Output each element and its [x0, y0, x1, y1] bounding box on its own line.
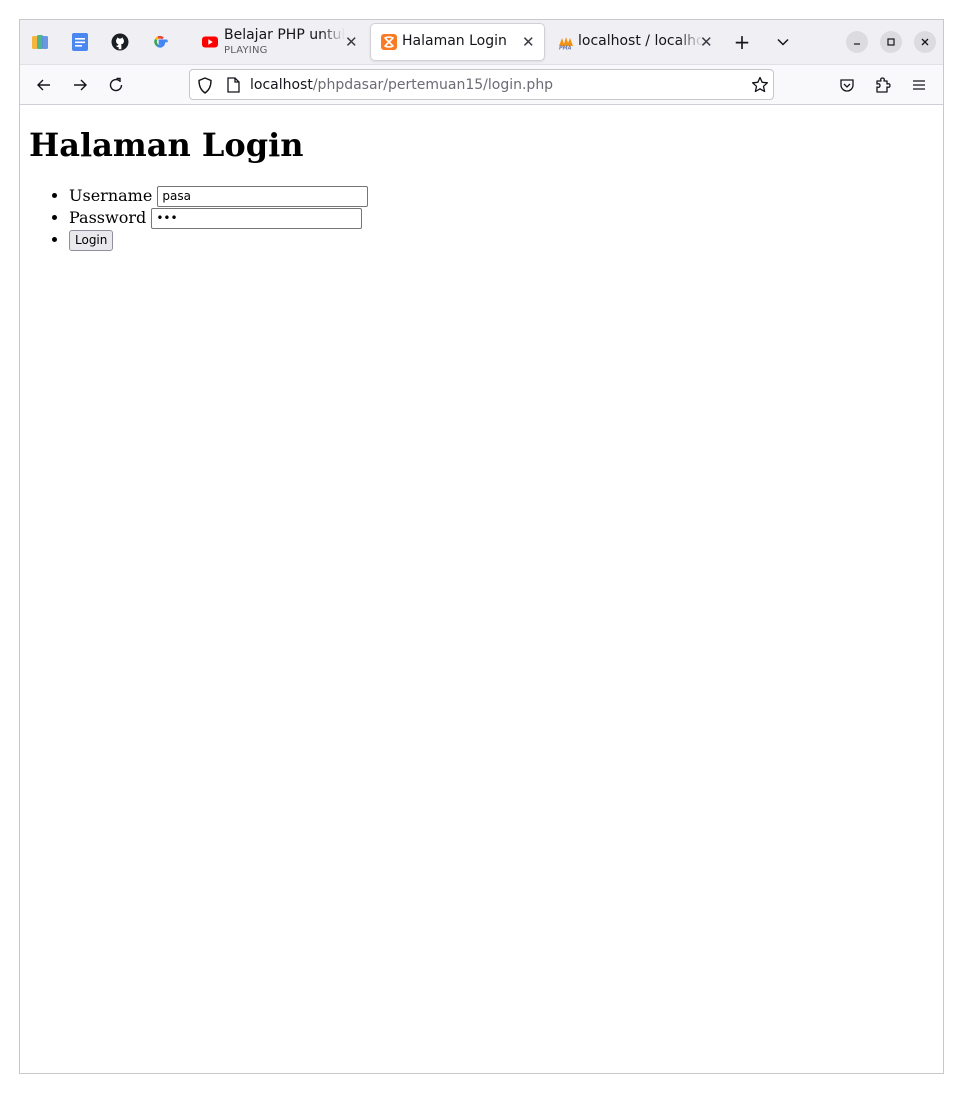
- google-docs-icon: [72, 33, 88, 51]
- pocket-icon: [840, 79, 854, 92]
- list-all-tabs-button[interactable]: [772, 31, 794, 53]
- pocket-button[interactable]: [836, 74, 858, 96]
- forward-button[interactable]: [69, 74, 91, 96]
- list-item-password: Password: [69, 207, 368, 229]
- new-tab-button[interactable]: +: [731, 30, 753, 54]
- back-button[interactable]: [33, 74, 55, 96]
- close-icon: [921, 38, 929, 46]
- phpmyadmin-icon: PMA: [559, 37, 573, 51]
- tab-phpmyadmin[interactable]: PMA localhost / localhost ✕: [548, 24, 719, 60]
- username-label: Username: [69, 186, 153, 205]
- url-host: localhost: [250, 77, 313, 93]
- minimize-button[interactable]: [846, 31, 868, 53]
- pinned-tab-google[interactable]: [149, 31, 171, 53]
- close-window-button[interactable]: [914, 31, 936, 53]
- shield-icon[interactable]: [197, 77, 213, 94]
- minimize-icon: [854, 43, 860, 45]
- maximize-icon: [887, 38, 895, 46]
- login-button[interactable]: Login: [69, 229, 114, 251]
- close-tab-icon[interactable]: ✕: [700, 34, 713, 50]
- login-form-list: Username Password Login: [20, 185, 369, 251]
- maximize-button[interactable]: [880, 31, 902, 53]
- tab-media-status: PLAYING: [224, 45, 268, 56]
- tab-title: localhost / localhost: [578, 33, 703, 49]
- reload-button[interactable]: [105, 74, 127, 96]
- pinned-tab-app[interactable]: [29, 31, 51, 53]
- hamburger-menu-icon: [913, 80, 925, 90]
- list-item-login: Login: [69, 229, 368, 251]
- tab-youtube[interactable]: Belajar PHP untuk PLAYING ✕: [192, 24, 365, 60]
- url-path: /phpdasar/pertemuan15/login.php: [312, 77, 554, 93]
- password-label: Password: [69, 208, 147, 227]
- url-bar[interactable]: localhost/phpdasar/pertemuan15/login.php: [189, 69, 774, 100]
- xampp-icon: [381, 34, 397, 50]
- reload-icon: [109, 77, 123, 92]
- extensions-button[interactable]: [872, 74, 894, 96]
- browser-window: Belajar PHP untuk PLAYING ✕ Halaman Logi…: [19, 19, 944, 1074]
- list-item-username: Username: [69, 185, 369, 207]
- username-input[interactable]: [157, 185, 369, 207]
- tab-title: Halaman Login: [402, 33, 507, 49]
- pinned-tab-github[interactable]: [109, 31, 131, 53]
- app-menu-button[interactable]: [908, 74, 930, 96]
- navigation-toolbar: localhost/phpdasar/pertemuan15/login.php: [20, 64, 943, 105]
- colorful-app-icon: [32, 35, 48, 49]
- url-text[interactable]: localhost/phpdasar/pertemuan15/login.php: [250, 77, 553, 93]
- tab-bar: Belajar PHP untuk PLAYING ✕ Halaman Logi…: [20, 20, 943, 64]
- google-icon: [154, 35, 168, 48]
- youtube-icon: [202, 36, 218, 48]
- chevron-down-icon: [777, 38, 789, 46]
- page-content: Halaman Login Username Password Login: [20, 105, 943, 1073]
- pinned-tab-docs[interactable]: [69, 31, 91, 53]
- tab-halaman-login[interactable]: Halaman Login ✕: [371, 24, 544, 60]
- arrow-right-icon: [74, 79, 87, 91]
- svg-text:PMA: PMA: [559, 46, 572, 51]
- close-tab-icon[interactable]: ✕: [522, 34, 535, 50]
- puzzle-icon: [876, 77, 891, 93]
- bookmark-star-icon[interactable]: [751, 76, 769, 94]
- github-icon: [111, 33, 129, 51]
- password-input[interactable]: [151, 207, 363, 229]
- page-icon[interactable]: [227, 77, 240, 93]
- arrow-left-icon: [37, 79, 50, 91]
- page-title: Halaman Login: [29, 126, 304, 164]
- close-tab-icon[interactable]: ✕: [345, 34, 358, 50]
- tab-title: Belajar PHP untuk: [224, 27, 345, 43]
